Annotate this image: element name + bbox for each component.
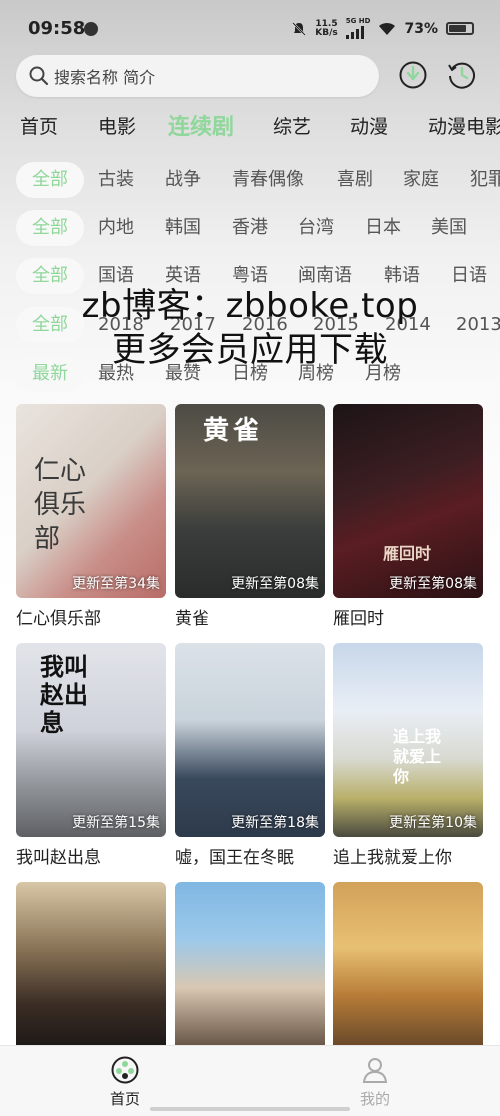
tab-series[interactable]: 连续剧	[168, 112, 234, 141]
poster-image	[333, 882, 483, 1045]
user-icon	[362, 1058, 388, 1083]
filter-row-genre: 全部 古装 战争 青春偶像 喜剧 家庭 犯罪	[16, 162, 500, 198]
download-icon[interactable]	[398, 60, 428, 90]
tab-anime-movies[interactable]: 动漫电影	[428, 112, 500, 139]
filter-genre-item[interactable]: 古装	[98, 162, 134, 198]
card-title: 嘘，国王在冬眠	[175, 848, 294, 868]
filter-region-item[interactable]: 美国	[431, 210, 467, 246]
battery-percent: 73%	[404, 20, 438, 37]
poster-image: 仁心俱乐部 更新至第34集	[16, 404, 166, 598]
card-title: 仁心俱乐部	[16, 609, 101, 629]
poster-image: 雁回时 更新至第08集	[333, 404, 483, 598]
search-bar[interactable]: 搜索名称 简介	[16, 55, 379, 97]
filter-region-item[interactable]: 日本	[365, 210, 401, 246]
home-film-icon	[111, 1056, 139, 1084]
filter-row-region: 全部 内地 韩国 香港 台湾 日本 美国	[16, 210, 500, 246]
card-title: 黄雀	[175, 609, 209, 629]
battery-icon	[446, 22, 474, 35]
poster-image: 追上我就爱上你 更新至第10集	[333, 643, 483, 837]
search-placeholder: 搜索名称 简介	[54, 68, 156, 87]
alarm-icon	[84, 22, 98, 36]
episode-badge: 更新至第15集	[72, 815, 160, 831]
home-indicator[interactable]	[150, 1107, 350, 1111]
category-tabs: 首页 电影 连续剧 综艺 动漫 动漫电影	[20, 112, 500, 142]
episode-badge: 更新至第34集	[72, 576, 160, 592]
wifi-icon	[379, 22, 396, 35]
network-speed: 11.5 KB/s	[315, 18, 338, 38]
filter-region-item[interactable]: 香港	[232, 210, 268, 246]
filter-region-all[interactable]: 全部	[16, 210, 84, 246]
signal-icon: 5G HD	[345, 18, 370, 39]
bottom-nav: 首页 我的	[0, 1045, 500, 1116]
episode-badge: 更新至第18集	[231, 815, 319, 831]
filter-genre-item[interactable]: 战争	[165, 162, 201, 198]
tab-anime[interactable]: 动漫	[350, 112, 388, 139]
tab-variety[interactable]: 综艺	[273, 112, 311, 139]
filter-region-item[interactable]: 韩国	[165, 210, 201, 246]
episode-badge: 更新至第08集	[231, 576, 319, 592]
tab-home[interactable]: 首页	[20, 112, 58, 139]
mute-bell-icon	[292, 21, 306, 36]
status-indicators: 11.5 KB/s 5G HD 73%	[291, 18, 474, 39]
poster-image	[16, 882, 166, 1045]
filter-region-item[interactable]: 台湾	[298, 210, 334, 246]
nav-me-label: 我的	[359, 1090, 390, 1108]
filter-genre-all[interactable]: 全部	[16, 162, 84, 198]
filter-genre-item[interactable]: 喜剧	[337, 162, 373, 198]
watermark-line-2: 更多会员应用下载	[112, 330, 388, 370]
filter-genre-item[interactable]: 犯罪	[470, 162, 500, 198]
status-time: 09:58	[28, 18, 86, 39]
poster-image: 黄雀 更新至第08集	[175, 404, 325, 598]
watermark-line-1: zb博客：zbboke.top	[81, 286, 419, 326]
poster-image: 更新至第18集	[175, 643, 325, 837]
card-title: 我叫赵出息	[16, 848, 101, 868]
history-icon[interactable]	[447, 60, 477, 90]
card-title: 雁回时	[333, 609, 384, 629]
card-title: 追上我就爱上你	[333, 848, 452, 868]
filter-genre-item[interactable]: 青春偶像	[232, 162, 304, 198]
nav-me[interactable]: 我的	[335, 1056, 415, 1109]
episode-badge: 更新至第10集	[389, 815, 477, 831]
episode-badge: 更新至第08集	[389, 576, 477, 592]
search-icon	[29, 66, 49, 86]
poster-image: 我叫赵出息 更新至第15集	[16, 643, 166, 837]
nav-home[interactable]: 首页	[85, 1056, 165, 1109]
nav-home-label: 首页	[109, 1090, 140, 1108]
filter-genre-item[interactable]: 家庭	[403, 162, 439, 198]
poster-image	[175, 882, 325, 1045]
tab-movies[interactable]: 电影	[98, 112, 136, 139]
status-bar: 09:58 11.5 KB/s 5G HD 73%	[0, 0, 500, 58]
filter-region-item[interactable]: 内地	[98, 210, 134, 246]
